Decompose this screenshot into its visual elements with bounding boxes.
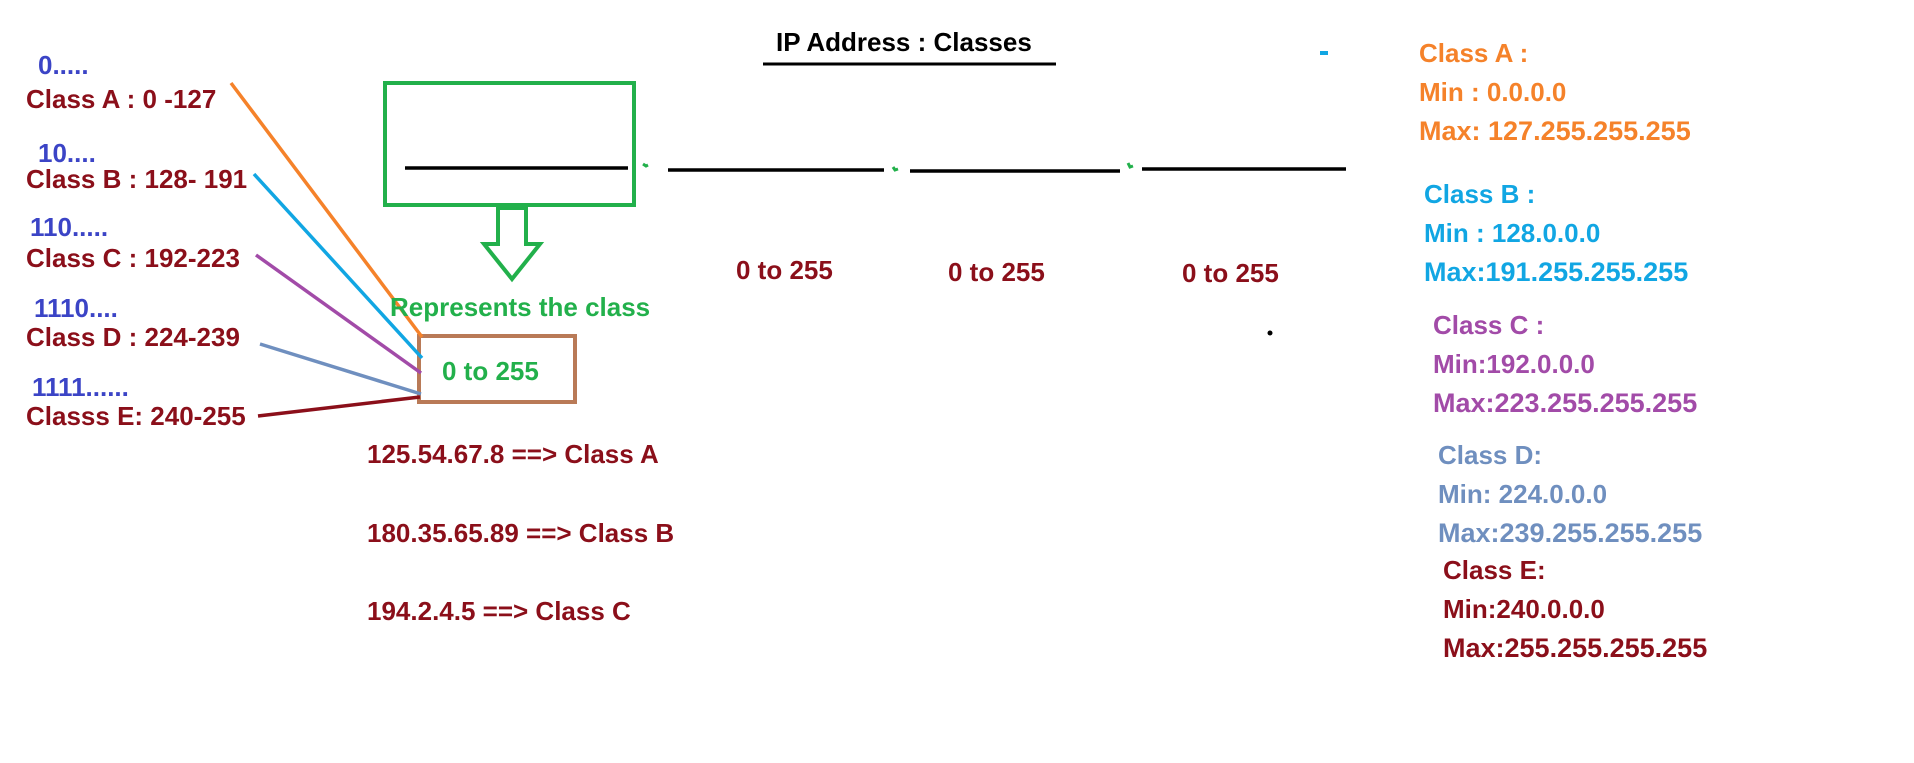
class-c-min: Min:192.0.0.0 xyxy=(1433,349,1595,379)
ip-classes-diagram: IP Address : Classes 0..... Class A : 0 … xyxy=(0,0,1914,763)
octet-3-range: 0 to 255 xyxy=(948,257,1045,287)
diagram-title: IP Address : Classes xyxy=(776,27,1032,57)
class-c-name: Class C : xyxy=(1433,310,1545,340)
class-a-range: Class A : 0 -127 xyxy=(26,84,217,114)
octet-2-range: 0 to 255 xyxy=(736,255,833,285)
class-d-max: Max:239.255.255.255 xyxy=(1438,518,1703,548)
octet-4-range: 0 to 255 xyxy=(1182,258,1279,288)
class-d-name: Class D: xyxy=(1438,440,1543,470)
connector-class-d xyxy=(259,342,422,396)
down-arrow xyxy=(479,206,545,283)
dot-separator-1 xyxy=(642,162,649,168)
class-c-max: Max:223.255.255.255 xyxy=(1433,388,1698,418)
class-e-range: Classs E: 240-255 xyxy=(26,401,246,431)
example-class-c: 194.2.4.5 ==> Class C xyxy=(367,596,631,626)
first-octet-box xyxy=(383,81,636,207)
class-e-max: Max:255.255.255.255 xyxy=(1443,633,1708,663)
class-b-min: Min : 128.0.0.0 xyxy=(1424,218,1601,248)
connector-class-b xyxy=(252,172,424,360)
class-a-min: Min : 0.0.0.0 xyxy=(1419,77,1567,107)
class-d-prefix: 1110.... xyxy=(34,293,118,323)
first-octet-range: 0 to 255 xyxy=(442,356,539,386)
class-e-prefix: 1111...... xyxy=(32,372,129,402)
represents-class-label: Represents the class xyxy=(390,292,651,322)
class-a-name: Class A : xyxy=(1419,38,1529,68)
class-d-range: Class D : 224-239 xyxy=(26,322,240,352)
class-b-prefix: 10.... xyxy=(38,138,96,168)
class-a-max: Max: 127.255.255.255 xyxy=(1419,116,1691,146)
class-a-prefix: 0..... xyxy=(38,50,89,80)
class-b-max: Max:191.255.255.255 xyxy=(1424,257,1689,287)
connector-class-e xyxy=(257,395,421,418)
dot-separator-2 xyxy=(891,166,899,172)
dot-separator-3 xyxy=(1126,162,1134,169)
class-c-prefix: 110..... xyxy=(30,212,109,242)
class-b-name: Class B : xyxy=(1424,179,1536,209)
black-dot xyxy=(1267,330,1273,336)
class-b-range: Class B : 128- 191 xyxy=(26,164,248,194)
class-c-range: Class C : 192-223 xyxy=(26,243,240,273)
example-class-b: 180.35.65.89 ==> Class B xyxy=(367,518,675,548)
example-class-a: 125.54.67.8 ==> Class A xyxy=(367,439,659,469)
class-e-name: Class E: xyxy=(1443,555,1546,585)
class-e-min: Min:240.0.0.0 xyxy=(1443,594,1605,624)
class-d-min: Min: 224.0.0.0 xyxy=(1438,479,1608,509)
